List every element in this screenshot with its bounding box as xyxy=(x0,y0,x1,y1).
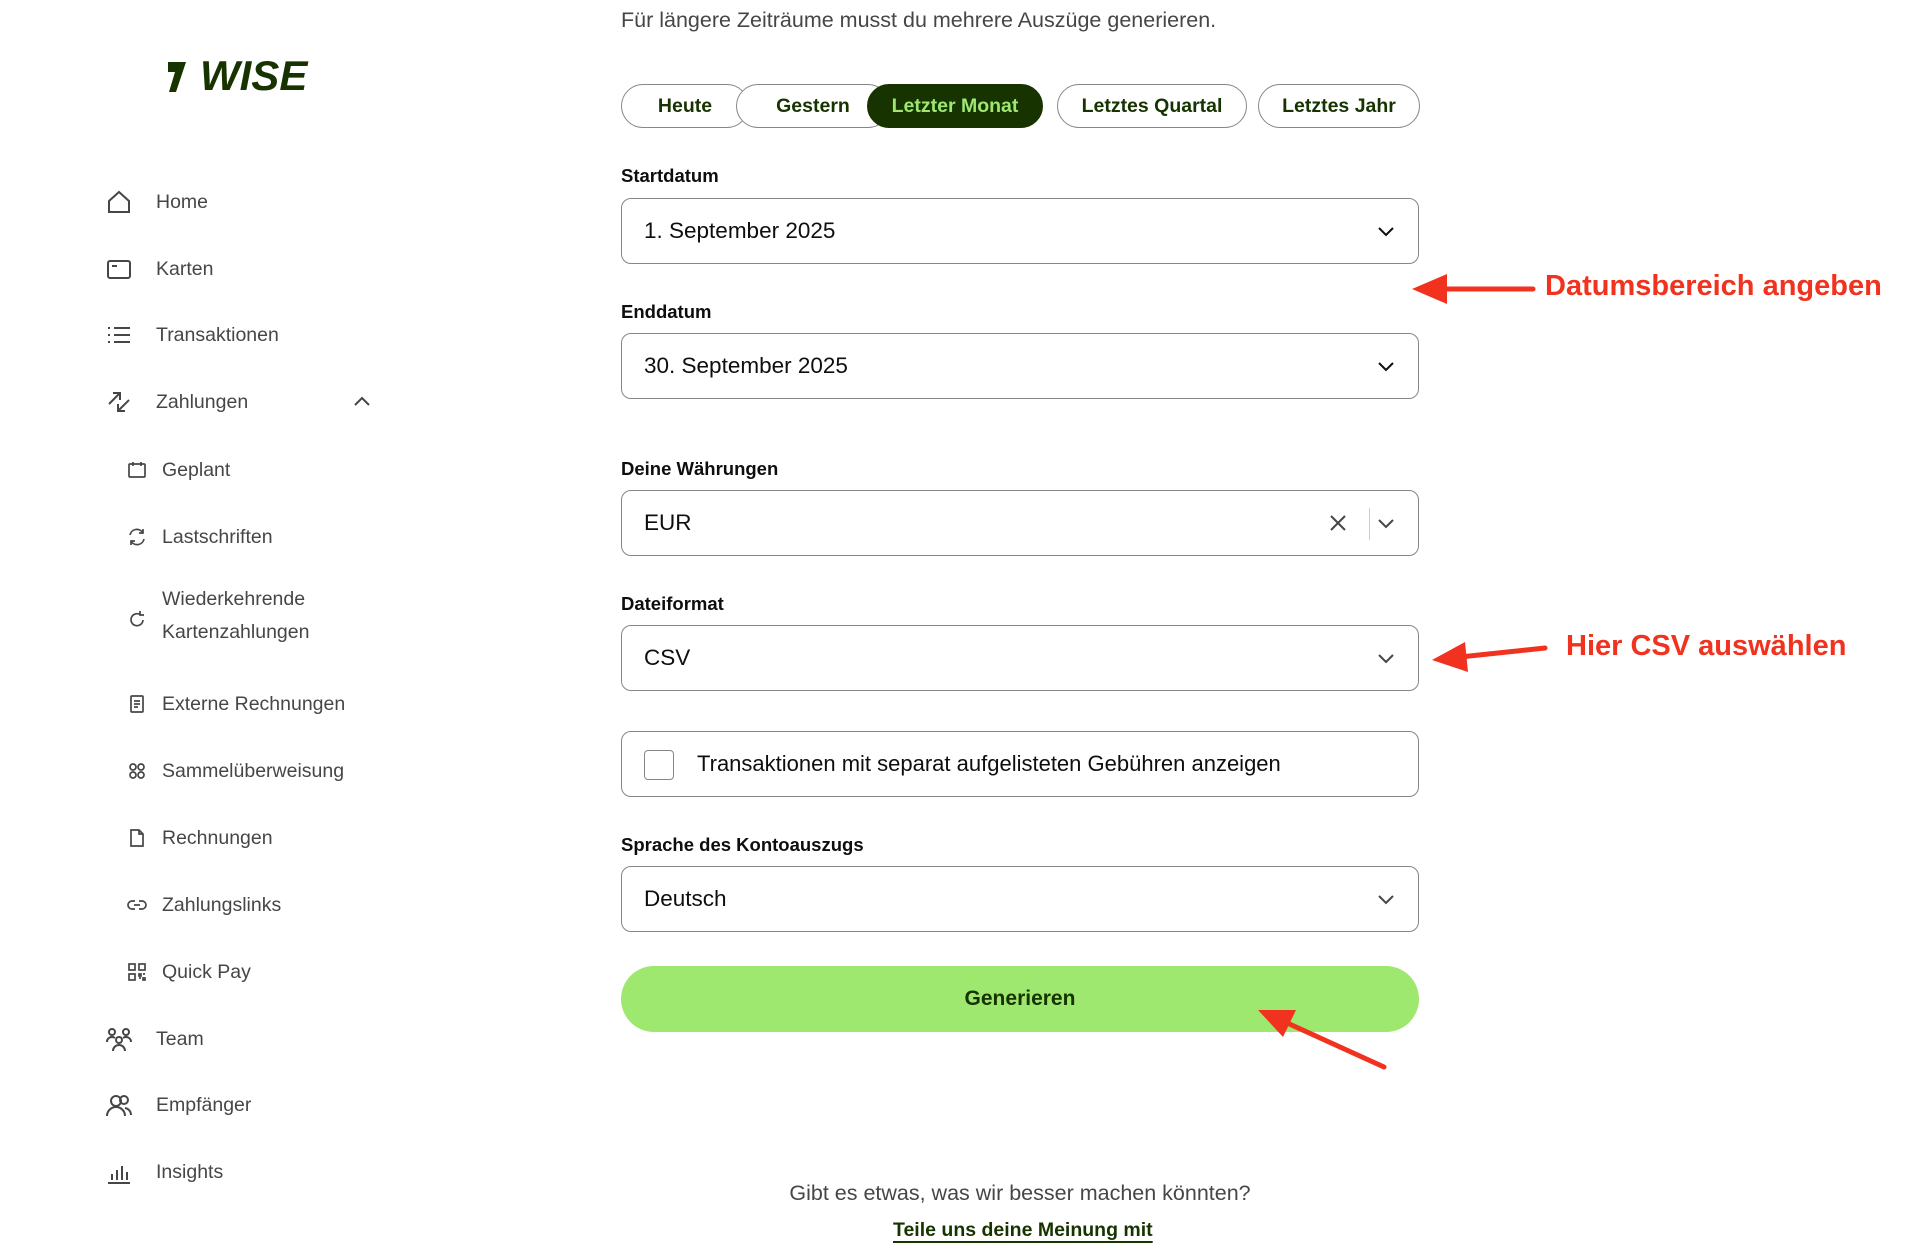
sidebar-subitem-sammelueberweisung[interactable]: Sammelüberweisung xyxy=(122,756,392,786)
link-icon xyxy=(122,890,152,920)
divider xyxy=(1368,508,1370,540)
refresh-icon xyxy=(122,522,152,552)
sidebar-subitem-label: Quick Pay xyxy=(162,960,251,983)
currencies-label: Deine Währungen xyxy=(621,458,779,479)
start-date-label: Startdatum xyxy=(621,165,719,186)
sidebar-item-transaktionen[interactable]: Transaktionen xyxy=(104,320,394,350)
sidebar-item-label: Empfänger xyxy=(156,1093,252,1116)
sidebar-item-karten[interactable]: Karten xyxy=(104,254,394,284)
sidebar-subitem-label: Geplant xyxy=(162,458,231,481)
sidebar-item-team[interactable]: Team xyxy=(104,1024,394,1054)
language-label: Sprache des Kontoauszugs xyxy=(621,834,864,855)
qr-icon xyxy=(122,957,152,987)
annotation-date-range: Datumsbereich angeben xyxy=(1545,270,1882,302)
sidebar-item-label: Karten xyxy=(156,257,214,280)
file-format-label: Dateiformat xyxy=(621,593,724,614)
feedback-link[interactable]: Teile uns deine Meinung mit xyxy=(893,1219,1153,1242)
preset-letztes-quartal[interactable]: Letztes Quartal xyxy=(1057,84,1247,128)
sidebar-subitem-label: Lastschriften xyxy=(162,525,273,548)
sidebar-subitem-rechnungen[interactable]: Rechnungen xyxy=(122,823,392,853)
preset-letztes-jahr[interactable]: Letztes Jahr xyxy=(1258,84,1420,128)
sidebar-item-label: Zahlungen xyxy=(156,390,249,413)
start-date-value: 1. September 2025 xyxy=(644,218,836,243)
arrow-csv xyxy=(1457,645,1548,660)
chevron-down-icon xyxy=(1378,654,1394,664)
sidebar-item-home[interactable]: Home xyxy=(104,187,394,217)
chevron-up-icon[interactable] xyxy=(352,393,372,409)
sidebar-item-label: Home xyxy=(156,190,209,213)
sidebar-subitem-lastschriften[interactable]: Lastschriften xyxy=(122,522,392,552)
sidebar-subitem-label: Sammelüberweisung xyxy=(162,759,345,782)
fees-checkbox-label: Transaktionen mit separat aufgelisteten … xyxy=(697,751,1281,776)
language-select[interactable]: Deutsch xyxy=(621,866,1419,932)
language-value: Deutsch xyxy=(644,886,727,911)
sidebar-subitem-geplant[interactable]: Geplant xyxy=(122,455,392,485)
chevron-down-icon xyxy=(1378,895,1394,905)
currencies-value: EUR xyxy=(644,510,692,535)
sidebar-subitem-label: Externe Rechnungen xyxy=(162,692,346,715)
file-format-value: CSV xyxy=(644,645,691,670)
document-icon xyxy=(122,823,152,853)
sidebar-subitem-zahlungslinks[interactable]: Zahlungslinks xyxy=(122,890,392,920)
payments-icon xyxy=(104,387,134,417)
close-icon[interactable] xyxy=(1328,513,1348,533)
end-date-label: Enddatum xyxy=(621,301,712,322)
start-date-select[interactable]: 1. September 2025 xyxy=(621,198,1419,264)
intro-text: Für längere Zeiträume musst du mehrere A… xyxy=(621,8,1217,32)
sidebar-item-label: Transaktionen xyxy=(156,323,279,346)
preset-letzter-monat[interactable]: Letzter Monat xyxy=(867,84,1043,128)
list-icon xyxy=(104,320,134,350)
generate-button[interactable]: Generieren xyxy=(621,966,1419,1032)
home-icon xyxy=(104,187,134,217)
recipients-icon xyxy=(104,1090,134,1120)
sidebar-item-label: Team xyxy=(156,1027,204,1050)
currencies-select[interactable]: EUR xyxy=(621,490,1419,556)
fees-checkbox[interactable] xyxy=(644,750,674,780)
receipt-icon xyxy=(122,689,152,719)
end-date-select[interactable]: 30. September 2025 xyxy=(621,333,1419,399)
file-format-select[interactable]: CSV xyxy=(621,625,1419,691)
chevron-down-icon xyxy=(1378,362,1394,372)
sidebar-subitem-quick-pay[interactable]: Quick Pay xyxy=(122,957,392,987)
sidebar-subitem-label: Wiederkehrende xyxy=(162,588,306,610)
feedback-question: Gibt es etwas, was wir besser machen kön… xyxy=(789,1181,1251,1205)
sidebar-subitem-externe-rechnungen[interactable]: Externe Rechnungen xyxy=(122,689,392,719)
chevron-down-icon xyxy=(1378,227,1394,237)
end-date-value: 30. September 2025 xyxy=(644,353,848,378)
batch-icon xyxy=(122,756,152,786)
team-icon xyxy=(104,1024,134,1054)
logo-text: WISE xyxy=(200,52,309,96)
recurring-icon xyxy=(122,605,152,635)
preset-heute[interactable]: Heute xyxy=(621,84,749,128)
sidebar-subitem-label: Rechnungen xyxy=(162,826,273,849)
sidebar-item-empfaenger[interactable]: Empfänger xyxy=(104,1090,394,1120)
sidebar-item-zahlungen[interactable]: Zahlungen xyxy=(104,387,394,417)
chevron-down-icon[interactable] xyxy=(1376,516,1396,530)
calendar-icon xyxy=(122,455,152,485)
card-icon xyxy=(104,254,134,284)
annotation-csv: Hier CSV auswählen xyxy=(1566,630,1847,662)
wise-logo[interactable]: WISE xyxy=(166,52,316,96)
sidebar-subitem-label-line2: Kartenzahlungen xyxy=(162,621,310,643)
sidebar-subitem-wiederkehrende[interactable]: Wiederkehrende Kartenzahlungen xyxy=(122,588,392,652)
sidebar-subitem-label: Zahlungslinks xyxy=(162,893,282,916)
fees-option[interactable]: Transaktionen mit separat aufgelisteten … xyxy=(621,731,1419,797)
